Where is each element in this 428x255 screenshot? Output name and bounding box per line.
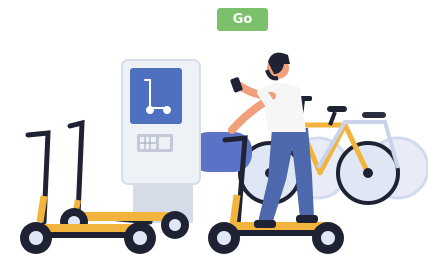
go-button[interactable]: Go xyxy=(217,8,268,31)
keypad-icon xyxy=(137,134,173,152)
scooter-station-illustration xyxy=(20,52,428,254)
rental-kiosk xyxy=(121,59,201,223)
